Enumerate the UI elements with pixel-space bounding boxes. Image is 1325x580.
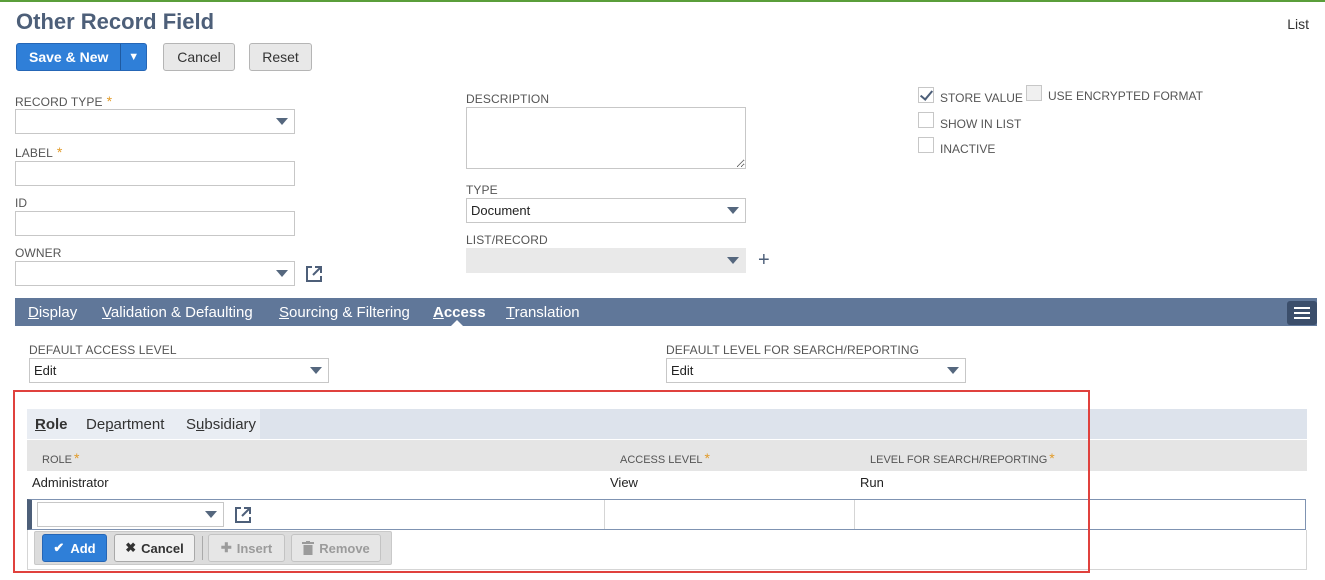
- panel-toggle-icon[interactable]: [1287, 301, 1317, 325]
- tab-validation-defaulting[interactable]: Validation & Defaulting: [102, 304, 253, 321]
- tab-sourcing-filtering[interactable]: Sourcing & Filtering: [279, 304, 410, 321]
- chevron-down-icon: [276, 270, 288, 277]
- column-header-role: ROLE *: [42, 450, 80, 466]
- owner-select[interactable]: [15, 261, 295, 286]
- id-label: ID: [15, 196, 28, 210]
- close-icon: ✖: [125, 540, 137, 555]
- subtab-subsidiary[interactable]: Subsidiary: [186, 416, 256, 433]
- check-icon: ✔: [53, 540, 65, 555]
- default-search-level-label: DEFAULT LEVEL FOR SEARCH/REPORTING: [666, 343, 920, 357]
- inactive-label: INACTIVE: [940, 142, 996, 156]
- id-input[interactable]: [15, 211, 295, 236]
- default-search-level-select[interactable]: Edit: [666, 358, 966, 383]
- open-record-icon[interactable]: [305, 265, 323, 283]
- record-type-select[interactable]: [15, 109, 295, 134]
- default-access-level-label: DEFAULT ACCESS LEVEL: [29, 343, 177, 357]
- plus-icon: ✚: [220, 540, 232, 555]
- new-role-select[interactable]: [37, 502, 224, 527]
- table-cell-access-level[interactable]: View: [610, 475, 638, 490]
- chevron-down-icon: [276, 118, 288, 125]
- description-label: DESCRIPTION: [466, 92, 550, 106]
- subtab-role[interactable]: Role: [35, 416, 68, 433]
- show-in-list-label: SHOW IN LIST: [940, 117, 1022, 131]
- default-access-level-select[interactable]: Edit: [29, 358, 329, 383]
- list-link[interactable]: List: [1287, 16, 1309, 32]
- column-divider: [604, 500, 605, 529]
- top-accent-line: [0, 0, 1325, 2]
- page-title: Other Record Field: [16, 9, 215, 34]
- show-in-list-checkbox[interactable]: [918, 112, 934, 128]
- chevron-down-icon: [310, 367, 322, 374]
- insert-line-button[interactable]: ✚ Insert: [208, 534, 285, 562]
- cancel-line-button[interactable]: ✖ Cancel: [114, 534, 195, 562]
- open-role-icon[interactable]: [234, 506, 252, 524]
- record-type-label: RECORD TYPE *: [15, 93, 113, 109]
- save-new-split-button[interactable]: Save & New ▼: [16, 43, 147, 71]
- chevron-down-icon: [727, 257, 739, 264]
- use-encrypted-checkbox[interactable]: [1026, 85, 1042, 101]
- add-new-icon[interactable]: +: [758, 250, 770, 270]
- active-tab-pointer: [450, 320, 464, 327]
- tab-access[interactable]: Access: [433, 304, 486, 321]
- store-value-label: STORE VALUE: [940, 91, 1023, 105]
- subtab-department[interactable]: Department: [86, 416, 164, 433]
- column-header-access-level: ACCESS LEVEL *: [620, 450, 710, 466]
- table-cell-role[interactable]: Administrator: [32, 475, 109, 490]
- column-header-search-level: LEVEL FOR SEARCH/REPORTING *: [870, 450, 1055, 466]
- label-input[interactable]: [15, 161, 295, 186]
- list-record-select[interactable]: [466, 248, 746, 273]
- list-record-label: LIST/RECORD: [466, 233, 548, 247]
- type-select[interactable]: Document: [466, 198, 746, 223]
- cancel-button[interactable]: Cancel: [163, 43, 235, 71]
- save-dropdown-icon[interactable]: ▼: [120, 44, 146, 70]
- tab-display[interactable]: Display: [28, 304, 77, 321]
- use-encrypted-label: USE ENCRYPTED FORMAT: [1048, 89, 1203, 103]
- chevron-down-icon: [947, 367, 959, 374]
- chevron-down-icon: [205, 511, 217, 518]
- label-field-label: LABEL *: [15, 144, 63, 160]
- column-divider: [854, 500, 855, 529]
- remove-line-button[interactable]: Remove: [291, 534, 381, 562]
- save-new-button[interactable]: Save & New: [17, 44, 120, 70]
- chevron-down-icon: [727, 207, 739, 214]
- description-textarea[interactable]: [466, 107, 746, 169]
- owner-label: OWNER: [15, 246, 62, 260]
- table-cell-search-level[interactable]: Run: [860, 475, 884, 490]
- tab-translation[interactable]: Translation: [506, 304, 580, 321]
- type-label: TYPE: [466, 183, 498, 197]
- store-value-checkbox[interactable]: [918, 87, 934, 103]
- inactive-checkbox[interactable]: [918, 137, 934, 153]
- add-line-button[interactable]: ✔ Add: [42, 534, 107, 562]
- trash-icon: [302, 541, 315, 555]
- reset-button[interactable]: Reset: [249, 43, 312, 71]
- button-separator: [202, 536, 203, 560]
